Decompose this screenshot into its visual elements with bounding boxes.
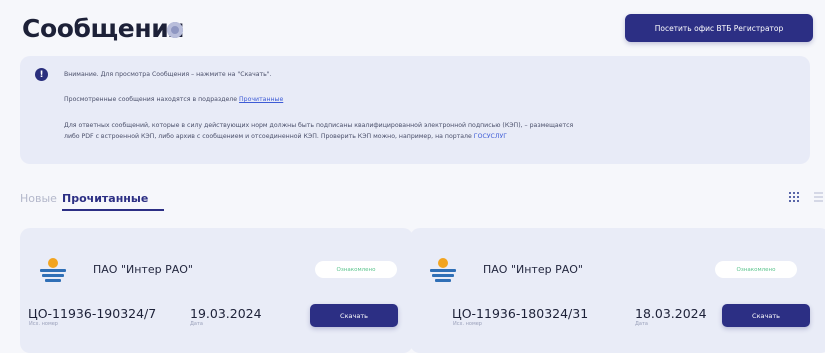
document-date: 18.03.2024 — [635, 306, 707, 321]
page-title: Сообщения — [22, 14, 184, 43]
document-date-label: Дата — [635, 321, 648, 327]
grid-view-icon[interactable] — [789, 192, 799, 202]
document-number-label: Исх. номер — [453, 321, 482, 327]
tab-read[interactable]: Прочитанные — [62, 192, 148, 205]
download-button[interactable]: Скачать — [310, 304, 398, 327]
document-number-label: Исх. номер — [29, 321, 58, 327]
help-icon[interactable] — [167, 22, 183, 38]
document-number: ЦО-11936-180324/31 — [452, 306, 589, 321]
document-number: ЦО-11936-190324/7 — [28, 306, 157, 321]
notice-line-4-text: либо PDF с встроенной КЭП, либо архив с … — [64, 133, 472, 140]
org-logo-icon — [430, 258, 456, 282]
status-badge: Ознакомлено — [715, 261, 797, 278]
info-icon: ! — [35, 68, 48, 81]
notice-line-1: Внимание. Для просмотра Сообщения – нажм… — [64, 71, 272, 78]
active-tab-indicator — [62, 209, 164, 211]
org-name: ПАО "Интер РАО" — [483, 263, 583, 276]
gosuslugi-link[interactable]: ГОСУСЛУГ — [474, 133, 507, 140]
org-name: ПАО "Интер РАО" — [93, 263, 193, 276]
notice-line-2-text: Просмотренные сообщения находятся в подр… — [64, 96, 238, 103]
message-card: ПАО "Интер РАО" Ознакомлено ЦО-11936-180… — [410, 228, 825, 353]
org-logo-icon — [40, 258, 66, 282]
info-notice: ! Внимание. Для просмотра Сообщения – на… — [20, 56, 810, 164]
document-date-label: Дата — [190, 321, 203, 327]
tab-new[interactable]: Новые — [20, 192, 57, 205]
notice-line-3: Для ответных сообщений, которые в силу д… — [64, 122, 574, 129]
message-card: ПАО "Интер РАО" Ознакомлено ЦО-11936-190… — [20, 228, 413, 353]
status-badge: Ознакомлено — [315, 261, 397, 278]
visit-office-button[interactable]: Посетить офис ВТБ Регистратор — [625, 14, 813, 42]
messages-page: Сообщения Посетить офис ВТБ Регистратор … — [0, 0, 825, 353]
notice-line-4: либо PDF с встроенной КЭП, либо архив с … — [64, 133, 507, 140]
read-section-link[interactable]: Прочитанные — [239, 96, 283, 103]
notice-line-2: Просмотренные сообщения находятся в подр… — [64, 96, 283, 103]
list-view-icon[interactable] — [814, 192, 823, 202]
download-button[interactable]: Скачать — [722, 304, 810, 327]
document-date: 19.03.2024 — [190, 306, 262, 321]
